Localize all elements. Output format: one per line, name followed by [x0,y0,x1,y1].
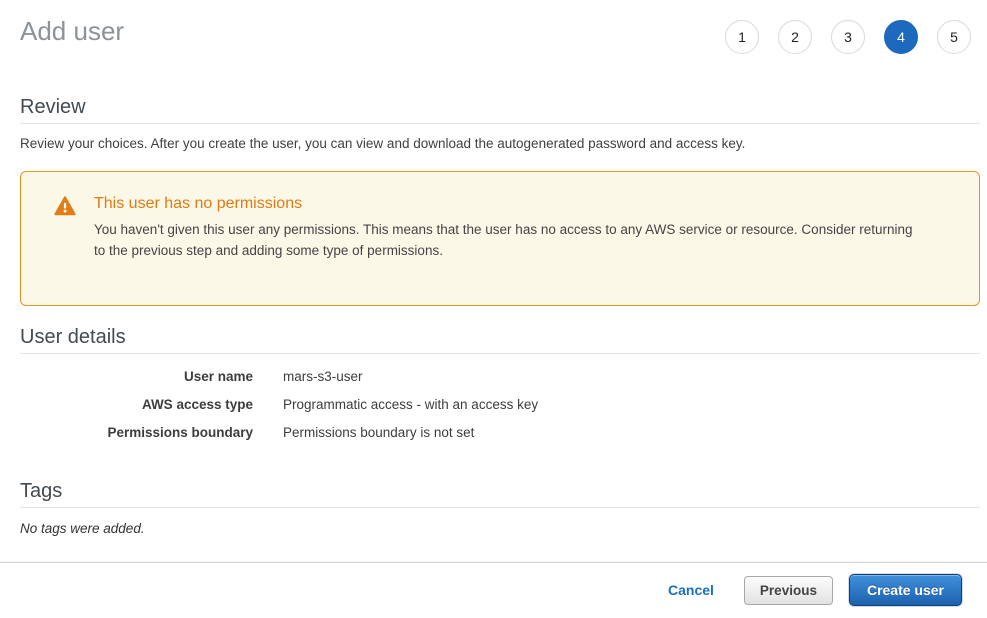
permissions-boundary-label: Permissions boundary [20,425,253,440]
step-3[interactable]: 3 [831,20,865,54]
tags-divider [20,507,980,508]
wizard-footer: Cancel Previous Create user [0,562,987,618]
access-type-label: AWS access type [20,397,253,412]
review-description: Review your choices. After you create th… [20,135,980,152]
tags-heading: Tags [20,480,980,502]
page-title: Add user [20,16,124,46]
step-1[interactable]: 1 [725,20,759,54]
access-type-value: Programmatic access - with an access key [283,397,538,412]
user-details-divider [20,353,980,354]
wizard-header: Add user 1 2 3 4 5 [0,0,987,54]
user-name-label: User name [20,369,253,384]
step-4-active[interactable]: 4 [884,20,918,54]
warning-body-line2: to the previous step and adding some typ… [94,240,944,261]
detail-row-access-type: AWS access type Programmatic access - wi… [20,391,980,419]
warning-body-line1: You haven't given this user any permissi… [94,219,944,240]
review-heading: Review [20,96,980,118]
add-user-wizard-page: Add user 1 2 3 4 5 Review Review your ch… [0,0,987,618]
previous-button[interactable]: Previous [744,576,833,605]
review-divider [20,123,980,124]
step-2[interactable]: 2 [778,20,812,54]
create-user-button[interactable]: Create user [849,574,962,606]
user-name-value: mars-s3-user [283,369,363,384]
no-permissions-warning: This user has no permissions You haven't… [20,171,980,306]
user-details-heading: User details [20,326,980,348]
tags-section: Tags No tags were added. [0,480,987,536]
user-details-rows: User name mars-s3-user AWS access type P… [20,363,980,447]
tags-empty-text: No tags were added. [20,521,980,536]
step-indicator: 1 2 3 4 5 [725,16,971,54]
warning-triangle-icon [54,196,76,216]
warning-title: This user has no permissions [94,194,944,214]
detail-row-user-name: User name mars-s3-user [20,363,980,391]
permissions-boundary-value: Permissions boundary is not set [283,425,474,440]
detail-row-permissions-boundary: Permissions boundary Permissions boundar… [20,419,980,447]
user-details-section: User details User name mars-s3-user AWS … [0,326,987,447]
step-5[interactable]: 5 [937,20,971,54]
review-section: Review Review your choices. After you cr… [0,96,987,152]
cancel-button[interactable]: Cancel [668,582,714,598]
